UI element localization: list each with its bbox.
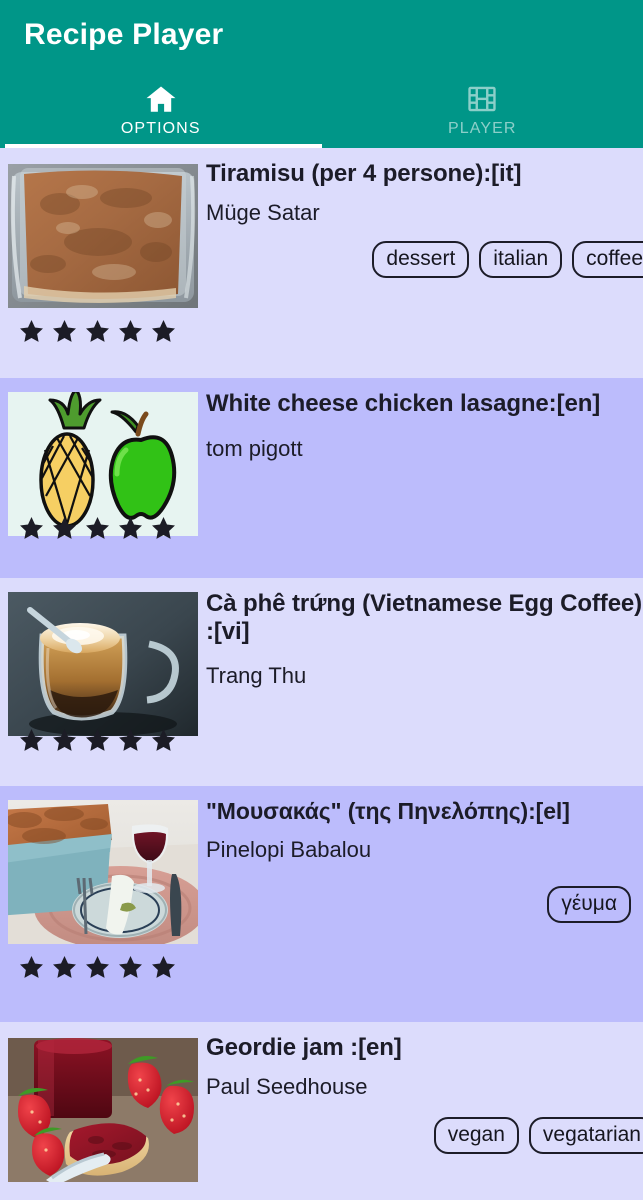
star-icon (150, 515, 177, 542)
recipe-tags: vegan vegatarian (206, 1116, 643, 1154)
recipe-thumbnail-wrap (8, 800, 198, 944)
recipe-author: Trang Thu (206, 662, 307, 688)
tab-player[interactable]: PLAYER (322, 78, 643, 148)
star-icon (84, 515, 111, 542)
recipe-tag[interactable]: γέυμα (547, 885, 631, 923)
star-icon (18, 318, 45, 345)
recipe-tag[interactable]: vegatarian (528, 1116, 643, 1154)
moussaka-photo (8, 800, 198, 944)
recipe-thumbnail-wrap (8, 1038, 198, 1182)
star-icon (84, 727, 111, 754)
star-icon (84, 954, 111, 981)
star-icon (18, 515, 45, 542)
app-bar: Recipe Player OPTIONS PLAYER (0, 0, 643, 148)
star-icon (84, 318, 111, 345)
film-strip-icon (465, 82, 499, 116)
recipe-title: "Μουσακάς" (της Πηνελόπης):[el] (206, 798, 570, 824)
tiramisu-photo (8, 164, 198, 308)
recipe-list[interactable]: Tiramisu (per 4 persone):[it] Müge Satar… (0, 148, 643, 1200)
list-item[interactable]: "Μουσακάς" (της Πηνελόπης):[el] Pinelopi… (0, 786, 643, 1022)
recipe-tag[interactable]: coffee (572, 240, 643, 278)
recipe-title: Cà phê trứng (Vietnamese Egg Coffee) :[v… (206, 590, 643, 646)
recipe-title: White cheese chicken lasagne:[en] (206, 390, 601, 417)
tab-options[interactable]: OPTIONS (0, 78, 322, 148)
star-icon (51, 515, 78, 542)
status-badge[interactable] (0, 944, 643, 991)
star-icon (117, 515, 144, 542)
recipe-author: Paul Seedhouse (206, 1074, 368, 1100)
star-icon (150, 954, 177, 981)
star-icon (117, 318, 144, 345)
recipe-author: tom pigott (206, 436, 303, 462)
egg-coffee-photo (8, 592, 198, 736)
recipe-tag[interactable]: vegan (433, 1116, 519, 1154)
star-icon (117, 954, 144, 981)
home-icon (144, 82, 178, 116)
page-title: Recipe Player (24, 18, 224, 51)
recipe-title: Tiramisu (per 4 persone):[it] (206, 160, 522, 187)
recipe-thumbnail-wrap (8, 592, 198, 736)
tab-options-label: OPTIONS (120, 120, 201, 137)
recipe-title: Geordie jam :[en] (206, 1034, 402, 1061)
star-icon (18, 954, 45, 981)
star-icon (51, 318, 78, 345)
recipe-tags: γέυμα (206, 885, 643, 923)
recipe-tag[interactable]: dessert (372, 240, 470, 278)
recipe-author: Pinelopi Babalou (206, 837, 372, 863)
list-item[interactable]: Cà phê trứng (Vietnamese Egg Coffee) :[v… (0, 578, 643, 786)
tab-player-label: PLAYER (447, 120, 517, 137)
app-root: Recipe Player OPTIONS PLAYER Tiramisu (p… (0, 0, 643, 1200)
tab-bar: OPTIONS PLAYER (0, 78, 643, 148)
star-icon (51, 727, 78, 754)
recipe-thumbnail-wrap (8, 164, 198, 308)
list-item[interactable]: Geordie jam :[en] Paul Seedhouse vegan v… (0, 1022, 643, 1200)
list-item[interactable]: Tiramisu (per 4 persone):[it] Müge Satar… (0, 148, 643, 378)
status-badge[interactable] (18, 727, 183, 754)
recipe-author: Müge Satar (206, 200, 320, 226)
star-icon (117, 727, 144, 754)
star-icon (150, 727, 177, 754)
star-icon (150, 318, 177, 345)
star-icon (18, 727, 45, 754)
status-badge[interactable] (0, 308, 643, 355)
star-icon (51, 954, 78, 981)
recipe-tags: dessert italian coffee (206, 240, 643, 278)
list-item[interactable]: White cheese chicken lasagne:[en] tom pi… (0, 378, 643, 578)
strawberry-jam-photo (8, 1038, 198, 1182)
recipe-tag[interactable]: italian (479, 240, 563, 278)
status-badge[interactable] (18, 515, 183, 542)
